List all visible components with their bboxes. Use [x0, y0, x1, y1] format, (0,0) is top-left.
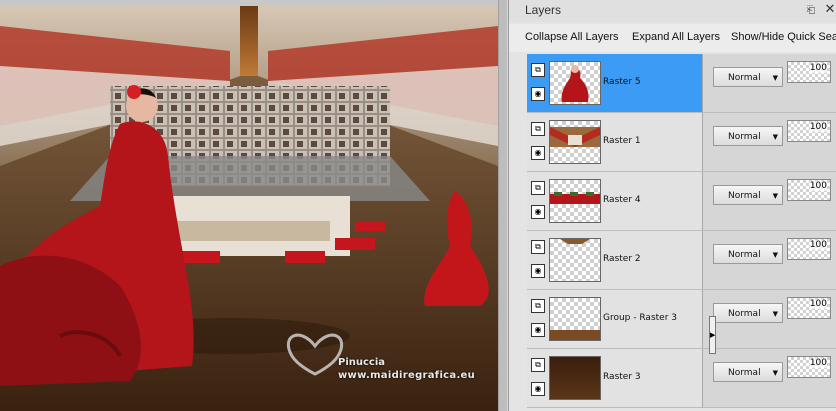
panel-header: Layers ⎗ ✕	[509, 0, 836, 22]
watermark-url: www.maidiregrafica.eu	[338, 370, 476, 381]
opacity-field[interactable]: 100	[787, 179, 831, 201]
blend-mode-value: Normal	[728, 132, 761, 142]
layers-toolbar: Collapse All Layers Expand All Layers Sh…	[509, 24, 836, 52]
blend-mode-select[interactable]: Normal ▼	[713, 126, 783, 146]
layer-name: Raster 1	[603, 136, 641, 146]
layer-thumbnail[interactable]	[549, 356, 601, 400]
blend-mode-value: Normal	[728, 250, 761, 260]
opacity-field[interactable]: 100	[787, 120, 831, 142]
dropdown-arrow-icon: ▼	[772, 133, 778, 141]
artwork-illustration	[0, 6, 498, 411]
layer-thumbnail[interactable]	[549, 297, 601, 341]
canvas-area[interactable]: Pinuccia www.maidiregrafica.eu	[0, 0, 507, 411]
visibility-eye-icon[interactable]: ◉	[531, 205, 545, 219]
opacity-field[interactable]: 100	[787, 238, 831, 260]
layers-palette: Layers ⎗ ✕ Collapse All Layers Expand Al…	[508, 0, 836, 411]
panel-menu-icon[interactable]: ⎗	[805, 5, 817, 16]
blend-mode-select[interactable]: Normal ▼	[713, 303, 783, 323]
blend-mode-select[interactable]: Normal ▼	[713, 362, 783, 382]
dropdown-arrow-icon: ▼	[772, 251, 778, 259]
layer-item[interactable]: ⧉ ◉ Group - Raster 3	[527, 290, 702, 349]
opacity-field[interactable]: 100	[787, 61, 831, 83]
layer-properties: Normal ▼ 100	[702, 349, 836, 408]
layer-thumbnail[interactable]	[549, 120, 601, 164]
layer-properties: Normal ▼ 100	[702, 290, 836, 349]
layer-row[interactable]: ⧉ ◉ Group - Raster 3 Normal ▼ 100	[527, 290, 836, 349]
layer-row[interactable]: ⧉ ◉ Raster 3 Normal ▼ 100	[527, 349, 836, 408]
layer-properties: Normal ▼ 100	[702, 113, 836, 172]
layer-name: Raster 2	[603, 254, 641, 264]
layer-item[interactable]: ⧉ ◉ Raster 4	[527, 172, 702, 231]
dropdown-arrow-icon: ▼	[772, 192, 778, 200]
layer-thumbnail[interactable]	[549, 179, 601, 223]
blend-mode-select[interactable]: Normal ▼	[713, 185, 783, 205]
dropdown-arrow-icon: ▼	[772, 310, 778, 318]
visibility-eye-icon[interactable]: ◉	[531, 146, 545, 160]
opacity-value: 100	[809, 358, 827, 368]
layer-lock-icon[interactable]: ⧉	[531, 63, 545, 77]
visibility-eye-icon[interactable]: ◉	[531, 87, 545, 101]
opacity-value: 100	[809, 181, 827, 191]
layer-item[interactable]: ⧉ ◉ Raster 1	[527, 113, 702, 172]
layer-item[interactable]: ⧉ ◉ Raster 5	[527, 54, 702, 113]
show-hide-quick-search-button[interactable]: Show/Hide Quick Sea	[731, 31, 836, 43]
layer-properties: Normal ▼ 100	[702, 54, 836, 113]
layer-name: Raster 3	[603, 372, 641, 382]
layer-lock-icon[interactable]: ⧉	[531, 299, 545, 313]
layer-lock-icon[interactable]: ⧉	[531, 240, 545, 254]
layer-thumbnail[interactable]	[549, 61, 601, 105]
canvas-image[interactable]: Pinuccia www.maidiregrafica.eu	[0, 6, 498, 411]
visibility-eye-icon[interactable]: ◉	[531, 382, 545, 396]
opacity-value: 100	[809, 240, 827, 250]
layer-row[interactable]: ⧉ ◉ Raster 4 Normal ▼ 100	[527, 172, 836, 231]
blend-mode-value: Normal	[728, 191, 761, 201]
layer-row[interactable]: ⧉ ◉ Raster 2 Normal ▼ 100	[527, 231, 836, 290]
layer-row[interactable]: ⧉ ◉ Raster 1 Normal ▼ 100	[527, 113, 836, 172]
expand-all-layers-button[interactable]: Expand All Layers	[632, 31, 720, 43]
blend-mode-select[interactable]: Normal ▼	[713, 67, 783, 87]
opacity-field[interactable]: 100	[787, 356, 831, 378]
column-splitter-handle[interactable]: ▶	[709, 316, 716, 354]
layer-thumbnail[interactable]	[549, 238, 601, 282]
opacity-field[interactable]: 100	[787, 297, 831, 319]
blend-mode-value: Normal	[728, 309, 761, 319]
layers-list: ⧉ ◉ Raster 5 Normal ▼ 100 ⧉ ◉ Raster 1 Normal ▼ 100…	[527, 54, 836, 411]
layer-name: Raster 4	[603, 195, 641, 205]
blend-mode-value: Normal	[728, 368, 761, 378]
blend-mode-select[interactable]: Normal ▼	[713, 244, 783, 264]
layer-row[interactable]: ⧉ ◉ Raster 5 Normal ▼ 100	[527, 54, 836, 113]
layer-properties: Normal ▼ 100	[702, 172, 836, 231]
opacity-value: 100	[809, 63, 827, 73]
opacity-value: 100	[809, 299, 827, 309]
dropdown-arrow-icon: ▼	[772, 369, 778, 377]
dropdown-arrow-icon: ▼	[772, 74, 778, 82]
layer-item[interactable]: ⧉ ◉ Raster 2	[527, 231, 702, 290]
layer-lock-icon[interactable]: ⧉	[531, 122, 545, 136]
watermark-name: Pinuccia	[338, 357, 386, 368]
canvas-scrollbar[interactable]	[498, 0, 507, 411]
layer-name: Raster 5	[603, 77, 641, 87]
visibility-eye-icon[interactable]: ◉	[531, 323, 545, 337]
collapse-all-layers-button[interactable]: Collapse All Layers	[525, 31, 619, 43]
layer-lock-icon[interactable]: ⧉	[531, 358, 545, 372]
opacity-value: 100	[809, 122, 827, 132]
blend-mode-value: Normal	[728, 73, 761, 83]
visibility-eye-icon[interactable]: ◉	[531, 264, 545, 278]
close-icon[interactable]: ✕	[824, 3, 836, 17]
layer-item[interactable]: ⧉ ◉ Raster 3	[527, 349, 702, 408]
layer-lock-icon[interactable]: ⧉	[531, 181, 545, 195]
layer-name: Group - Raster 3	[603, 313, 677, 323]
layer-properties: Normal ▼ 100	[702, 231, 836, 290]
panel-title: Layers	[525, 3, 562, 17]
